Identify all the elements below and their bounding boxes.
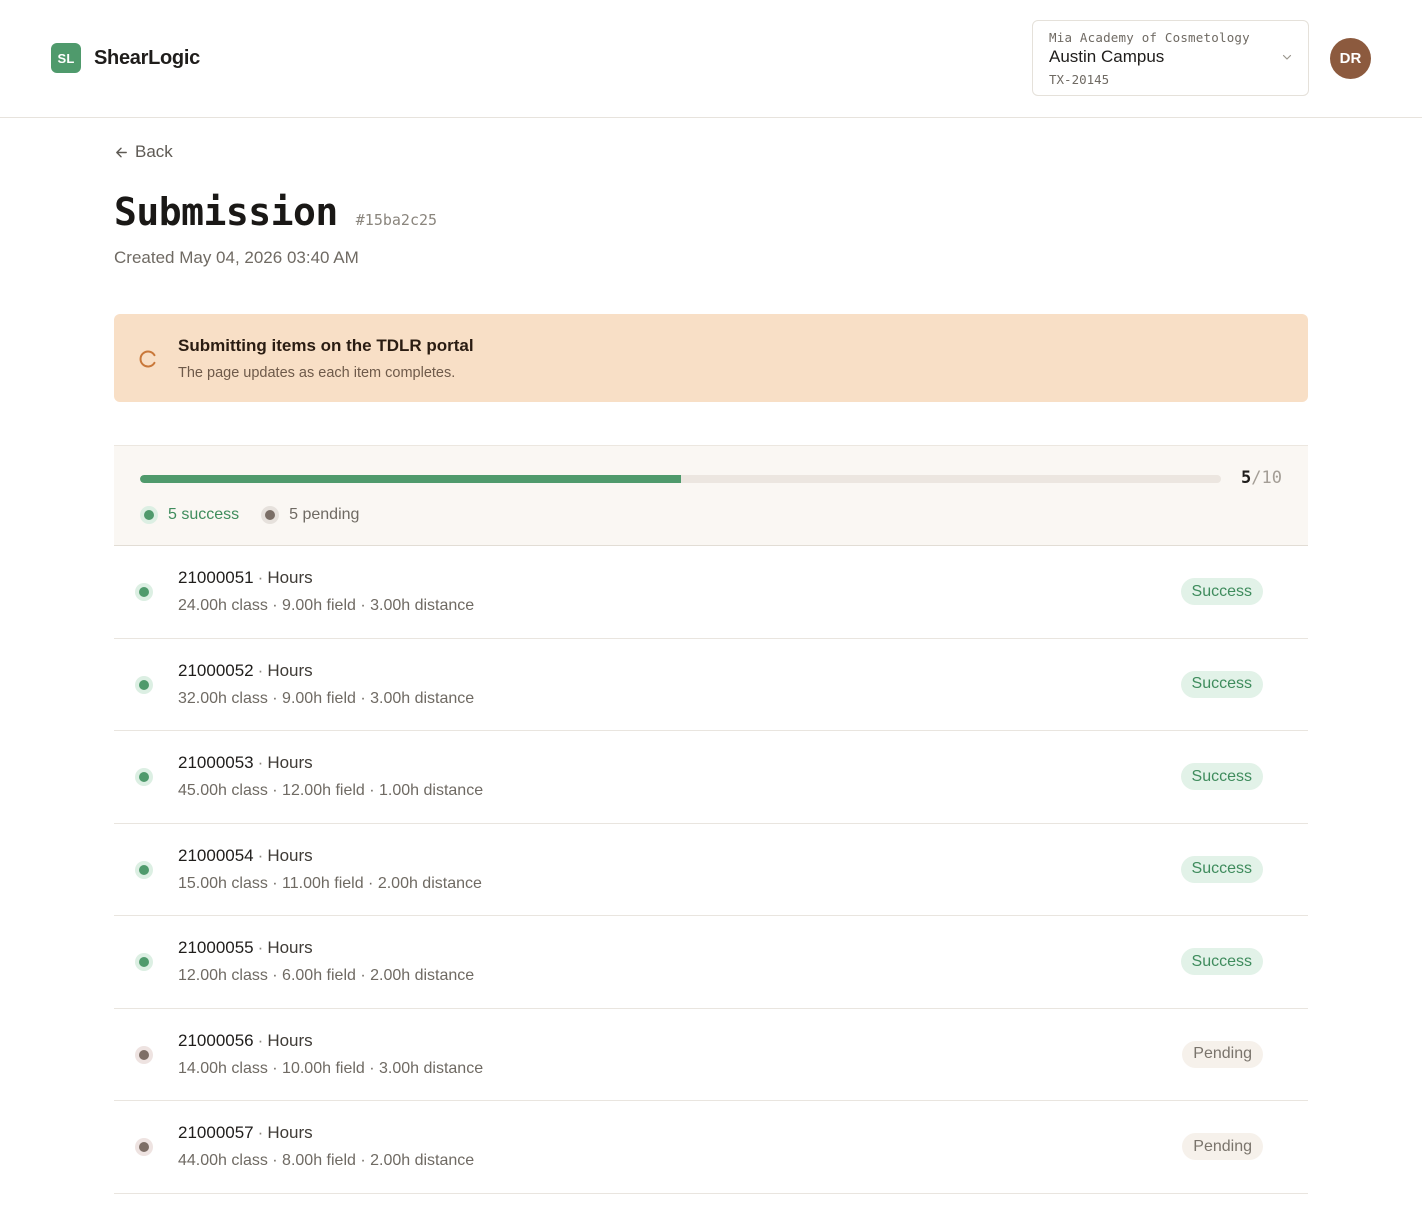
campus-select[interactable]: Mia Academy of Cosmetology Austin Campus… — [1032, 20, 1309, 96]
item-separator: · — [257, 938, 264, 957]
progress-separator: / — [1251, 468, 1262, 488]
created-timestamp: Created May 04, 2026 03:40 AM — [114, 248, 359, 267]
status-badge: Success — [1180, 855, 1263, 883]
banner-subtitle: The page updates as each item completes. — [178, 365, 456, 381]
item-detail: 14.00h class · 10.00h field · 3.00h dist… — [178, 1059, 484, 1077]
status-dot-icon — [135, 953, 153, 971]
status-dot-icon — [135, 675, 153, 694]
submission-items: 21000051 · Hours 24.00h class · 9.00h field… — [114, 546, 1308, 1194]
chevron-down-icon — [1282, 54, 1292, 60]
legend-pending: 5 pending — [261, 506, 359, 524]
progress-track — [140, 475, 1221, 483]
list-item[interactable]: 21000053 · Hours 45.00h class · 12.00h fiel… — [114, 731, 1308, 824]
item-heading: 21000052 · Hours — [178, 661, 313, 681]
top-bar: SL ShearLogic Mia Academy of Cosmetology… — [0, 0, 1422, 118]
legend-success-label: 5 success — [168, 506, 240, 523]
campus-org: Mia Academy of Cosmetology — [1049, 30, 1250, 45]
item-id: 21000052 — [178, 660, 254, 680]
arrow-left-icon — [116, 147, 127, 157]
item-separator: · — [257, 845, 264, 865]
item-separator: · — [257, 568, 264, 587]
item-kind: Hours — [267, 568, 313, 587]
item-separator: · — [257, 1123, 264, 1142]
brand-name: ShearLogic — [94, 46, 200, 69]
status-banner: Submitting items on the TDLR portal The … — [114, 314, 1308, 402]
pending-dot-icon — [261, 506, 280, 524]
item-detail: 15.00h class · 11.00h field · 2.00h dist… — [178, 874, 482, 892]
banner-title: Submitting items on the TDLR portal — [178, 336, 474, 355]
back-label: Back — [135, 142, 173, 161]
list-item[interactable]: 21000051 · Hours 24.00h class · 9.00h field… — [114, 546, 1308, 639]
progress-total: 10 — [1261, 468, 1282, 488]
item-kind: Hours — [267, 753, 313, 772]
item-heading: 21000055 · Hours — [178, 938, 313, 958]
item-kind: Hours — [267, 660, 313, 680]
brand-logo: SL — [51, 43, 81, 73]
item-detail: 32.00h class · 9.00h field · 3.00h dista… — [178, 689, 475, 707]
back-link[interactable]: Back — [114, 142, 173, 162]
progress-count: 5/10 — [1241, 468, 1282, 488]
title-row: Submission #15ba2c25 — [114, 190, 437, 234]
progress-done: 5 — [1241, 468, 1252, 488]
campus-code: TX-20145 — [1049, 72, 1110, 87]
status-badge: Success — [1180, 578, 1263, 605]
list-item[interactable]: 21000052 · Hours 32.00h class · 9.00h field… — [114, 639, 1308, 731]
item-detail: 45.00h class · 12.00h field · 1.00h dist… — [178, 782, 484, 799]
item-id: 21000054 — [178, 845, 254, 865]
status-badge: Success — [1180, 670, 1263, 698]
legend-success: 5 success — [140, 506, 239, 524]
item-detail: 12.00h class · 6.00h field · 2.00h dista… — [178, 967, 475, 984]
item-kind: Hours — [267, 845, 313, 865]
legend-pending-label: 5 pending — [289, 506, 360, 523]
item-id: 21000056 — [178, 1030, 254, 1050]
item-kind: Hours — [267, 1123, 313, 1142]
item-heading: 21000056 · Hours — [178, 1031, 313, 1051]
progress-panel: 5/10 5 success 5 pending — [114, 445, 1308, 546]
list-item[interactable]: 21000055 · Hours 12.00h class · 6.00h field… — [114, 916, 1308, 1009]
status-badge: Pending — [1182, 1040, 1263, 1068]
item-id: 21000053 — [178, 753, 254, 772]
status-badge: Success — [1180, 763, 1263, 790]
status-dot-icon — [135, 583, 153, 601]
item-heading: 21000053 · Hours — [178, 753, 313, 773]
item-separator: · — [257, 660, 264, 680]
status-dot-icon — [135, 1138, 153, 1156]
status-badge: Pending — [1182, 1133, 1263, 1160]
status-dot-icon — [135, 1045, 153, 1064]
progress-legend: 5 success 5 pending — [140, 506, 359, 524]
item-heading: 21000054 · Hours — [178, 846, 313, 866]
item-separator: · — [257, 753, 264, 772]
item-id: 21000055 — [178, 938, 254, 957]
list-item[interactable]: 21000054 · Hours 15.00h class · 11.00h fiel… — [114, 824, 1308, 916]
campus-name: Austin Campus — [1049, 47, 1165, 66]
item-kind: Hours — [267, 1030, 313, 1050]
progress-fill — [140, 475, 681, 483]
item-kind: Hours — [267, 938, 313, 957]
status-dot-icon — [135, 768, 153, 786]
brand[interactable]: SL ShearLogic — [51, 43, 200, 73]
submission-id: #15ba2c25 — [355, 211, 438, 229]
item-heading: 21000051 · Hours — [178, 568, 313, 588]
status-dot-icon — [135, 860, 153, 879]
item-id: 21000051 — [178, 568, 254, 587]
page-title: Submission — [114, 190, 338, 234]
user-avatar[interactable]: DR — [1330, 38, 1371, 79]
item-id: 21000057 — [178, 1123, 254, 1142]
list-item[interactable]: 21000057 · Hours 44.00h class · 8.00h field… — [114, 1101, 1308, 1194]
item-detail: 24.00h class · 9.00h field · 3.00h dista… — [178, 597, 475, 614]
success-dot-icon — [140, 506, 158, 524]
item-separator: · — [257, 1030, 264, 1050]
item-detail: 44.00h class · 8.00h field · 2.00h dista… — [178, 1152, 475, 1169]
item-heading: 21000057 · Hours — [178, 1123, 313, 1143]
status-badge: Success — [1180, 948, 1263, 975]
spinner-icon — [139, 350, 156, 368]
list-item[interactable]: 21000056 · Hours 14.00h class · 10.00h fiel… — [114, 1009, 1308, 1101]
